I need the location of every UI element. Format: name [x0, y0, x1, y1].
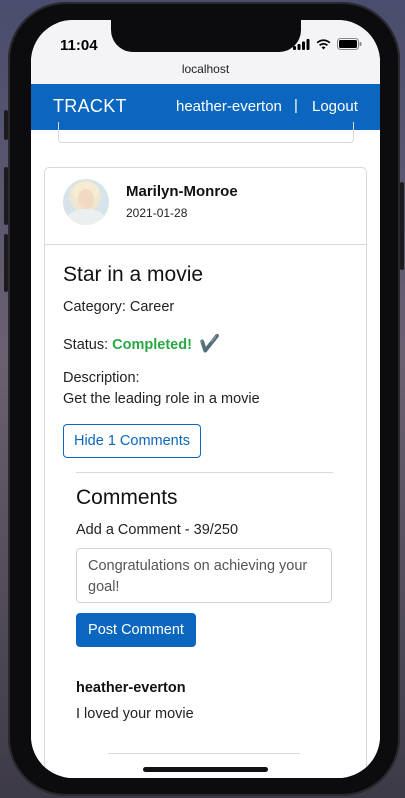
- brand-link[interactable]: TRACKT: [53, 96, 127, 117]
- clock: 11:04: [60, 37, 98, 54]
- status-icons: [293, 38, 362, 50]
- comment-input[interactable]: Congratulations on achieving your goal!: [76, 548, 332, 603]
- mute-switch: [4, 110, 8, 140]
- post-author[interactable]: Marilyn-Monroe: [126, 183, 238, 200]
- comment-author[interactable]: heather-everton: [76, 680, 186, 696]
- nav-user-link[interactable]: heather-everton: [176, 98, 282, 115]
- status-label: Status:: [63, 337, 109, 353]
- add-comment-label: Add a Comment - 39/250: [76, 522, 239, 538]
- nav-separator: |: [294, 97, 298, 114]
- volume-down-button: [4, 234, 8, 292]
- hide-comments-button[interactable]: Hide 1 Comments: [63, 424, 201, 458]
- goal-category: Category: Career: [63, 299, 175, 315]
- description-label: Description:: [63, 370, 140, 386]
- comment-divider: [108, 753, 300, 754]
- comments-divider: [76, 472, 333, 473]
- screen: 11:04 localhost TRACKT heather-everton |…: [31, 20, 380, 778]
- goal-status: Status: Completed! ✔️: [63, 334, 220, 354]
- post-date: 2021-01-28: [126, 206, 188, 220]
- previous-card-edge: [58, 122, 354, 143]
- description-text: Get the leading role in a movie: [63, 391, 260, 407]
- address-bar[interactable]: localhost: [31, 60, 380, 84]
- volume-up-button: [4, 167, 8, 225]
- wifi-icon: [316, 38, 331, 49]
- post-comment-button[interactable]: Post Comment: [76, 613, 196, 647]
- notch: [111, 20, 301, 52]
- battery-icon: [337, 38, 362, 50]
- power-button: [400, 182, 404, 270]
- goal-card: Marilyn-Monroe 2021-01-28 Star in a movi…: [44, 167, 367, 778]
- comments-heading: Comments: [76, 486, 178, 509]
- url-text: localhost: [181, 62, 230, 76]
- card-header: Marilyn-Monroe 2021-01-28: [45, 168, 366, 245]
- check-icon: ✔️: [198, 334, 221, 353]
- goal-title: Star in a movie: [63, 263, 204, 286]
- logout-link[interactable]: Logout: [312, 98, 358, 115]
- comment-text: I loved your movie: [76, 706, 194, 722]
- avatar: [63, 179, 109, 225]
- status-value: Completed!: [112, 337, 192, 353]
- home-indicator[interactable]: [143, 767, 268, 772]
- page-content: Marilyn-Monroe 2021-01-28 Star in a movi…: [31, 122, 380, 778]
